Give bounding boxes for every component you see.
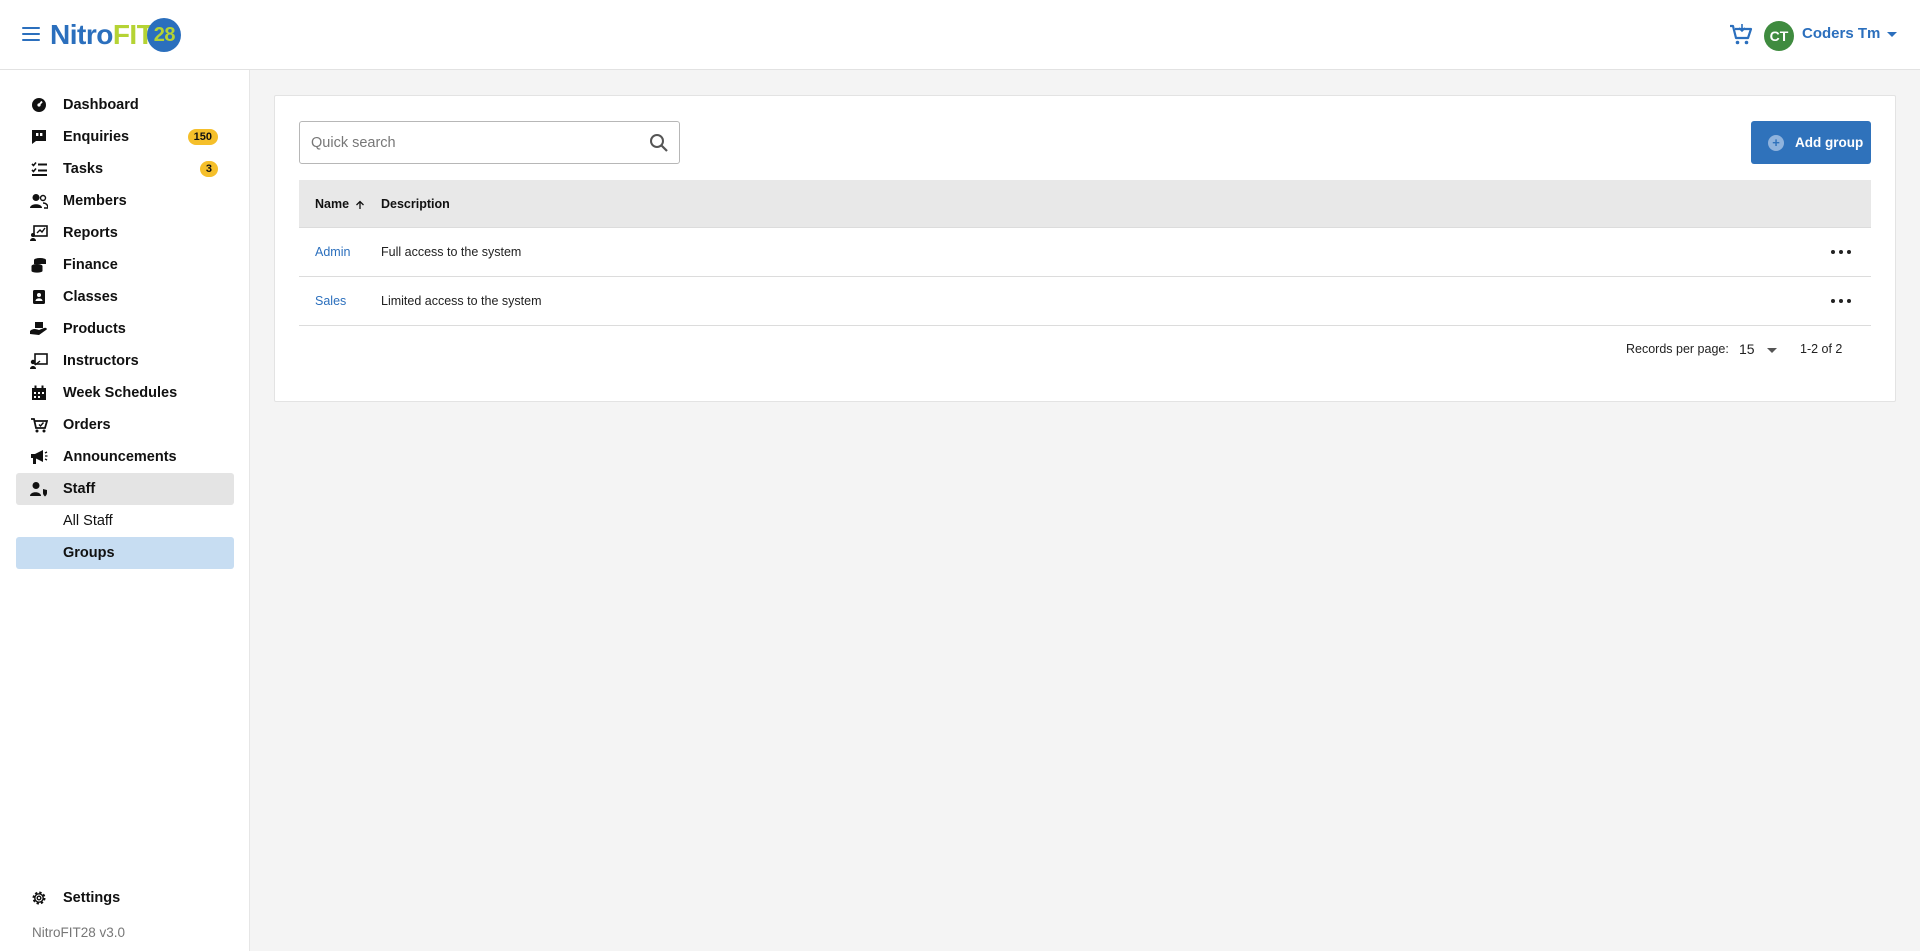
search-icon[interactable] (649, 133, 669, 153)
sidebar-item-label: Staff (63, 481, 96, 497)
cart-icon[interactable] (1728, 22, 1754, 48)
sidebar-item-label: Announcements (63, 449, 177, 465)
tasks-icon (30, 160, 48, 178)
column-header-label: Name (315, 196, 350, 211)
sidebar-item-members[interactable]: Members (16, 185, 234, 217)
sidebar-item-label: Enquiries (63, 129, 130, 145)
count-badge: 3 (199, 161, 218, 177)
sidebar-subitem-all-staff[interactable]: All Staff (16, 505, 234, 537)
reports-icon (30, 224, 48, 242)
logo-text-nitro: Nitro (50, 19, 113, 50)
sidebar-subitem-groups[interactable]: Groups (16, 537, 234, 569)
calendar-icon (30, 384, 48, 402)
group-name-link[interactable]: Sales (299, 294, 381, 308)
sidebar-item-finance[interactable]: Finance (16, 249, 234, 281)
groups-card: + Add group Name Description Admin Full … (274, 95, 1896, 402)
table-header: Name Description (299, 180, 1871, 228)
search-input[interactable] (311, 122, 641, 163)
top-bar: Nitro FIT 28 CT Coders Tm (0, 0, 1920, 70)
sidebar-item-label: Dashboard (63, 97, 139, 113)
sidebar: Dashboard Enquiries 150 Tasks 3 Members (0, 70, 250, 951)
search-box (299, 121, 680, 164)
sidebar-item-label: Settings (63, 890, 121, 906)
more-actions-icon[interactable] (1811, 286, 1871, 316)
group-description: Full access to the system (381, 245, 522, 259)
members-icon (30, 192, 48, 210)
sidebar-item-label: Products (63, 321, 126, 337)
table-row: Sales Limited access to the system (299, 277, 1871, 326)
sidebar-item-announcements[interactable]: Announcements (16, 441, 234, 473)
avatar[interactable]: CT (1764, 21, 1794, 51)
sidebar-item-label: Week Schedules (63, 385, 178, 401)
column-header-name[interactable]: Name (299, 197, 381, 211)
sidebar-item-products[interactable]: Products (16, 313, 234, 345)
records-per-page-value: 15 (1739, 341, 1755, 357)
staff-icon (30, 480, 48, 498)
sidebar-item-label: Classes (63, 289, 118, 305)
app-logo[interactable]: Nitro FIT 28 (50, 17, 182, 53)
sidebar-item-label: Members (63, 193, 127, 209)
orders-icon (30, 416, 48, 434)
table-row: Admin Full access to the system (299, 228, 1871, 277)
sidebar-item-reports[interactable]: Reports (16, 217, 234, 249)
megaphone-icon (30, 448, 48, 466)
column-header-label: Description (381, 196, 450, 211)
group-description: Limited access to the system (381, 294, 542, 308)
sidebar-item-dashboard[interactable]: Dashboard (16, 89, 234, 121)
column-header-description[interactable]: Description (381, 197, 1811, 211)
sidebar-item-enquiries[interactable]: Enquiries 150 (16, 121, 234, 153)
sidebar-item-week-schedules[interactable]: Week Schedules (16, 377, 234, 409)
user-name[interactable]: Coders Tm (1802, 25, 1880, 42)
gear-icon (30, 889, 48, 907)
app-version: NitroFIT28 v3.0 (32, 925, 126, 940)
sidebar-item-orders[interactable]: Orders (16, 409, 234, 441)
arrow-up-icon (355, 199, 365, 209)
menu-icon[interactable] (20, 24, 42, 46)
sidebar-item-label: Orders (63, 417, 111, 433)
sidebar-item-label: Tasks (63, 161, 104, 177)
logo-number-badge: 28 (147, 18, 182, 52)
chevron-down-icon (1767, 348, 1777, 353)
sidebar-item-tasks[interactable]: Tasks 3 (16, 153, 234, 185)
sidebar-item-classes[interactable]: Classes (16, 281, 234, 313)
instructors-icon (30, 352, 48, 370)
sidebar-item-settings[interactable]: Settings (30, 889, 120, 907)
more-actions-icon[interactable] (1811, 237, 1871, 267)
sidebar-item-staff[interactable]: Staff (16, 473, 234, 505)
sidebar-nav: Dashboard Enquiries 150 Tasks 3 Members (16, 89, 234, 569)
sidebar-item-label: Instructors (63, 353, 139, 369)
enquiries-icon (30, 128, 48, 146)
count-badge: 150 (187, 129, 218, 145)
classes-icon (30, 288, 48, 306)
pagination: Records per page: 15 1-2 of 2 (275, 340, 1895, 360)
sidebar-item-label: Reports (63, 225, 118, 241)
records-per-page-select[interactable]: 15 (1739, 340, 1783, 360)
chevron-down-icon[interactable] (1887, 32, 1897, 37)
groups-table: Name Description Admin Full access to th… (299, 180, 1871, 326)
add-circle-icon: + (1768, 134, 1784, 151)
products-icon (30, 320, 48, 338)
add-group-button[interactable]: + Add group (1751, 121, 1871, 164)
records-per-page-label: Records per page: (1626, 342, 1729, 356)
sidebar-item-instructors[interactable]: Instructors (16, 345, 234, 377)
sidebar-item-label: Finance (63, 257, 118, 273)
group-name-link[interactable]: Admin (299, 245, 381, 259)
finance-icon (30, 256, 48, 274)
add-group-label: Add group (1795, 135, 1864, 150)
dashboard-icon (30, 96, 48, 114)
pagination-range: 1-2 of 2 (1800, 342, 1843, 356)
